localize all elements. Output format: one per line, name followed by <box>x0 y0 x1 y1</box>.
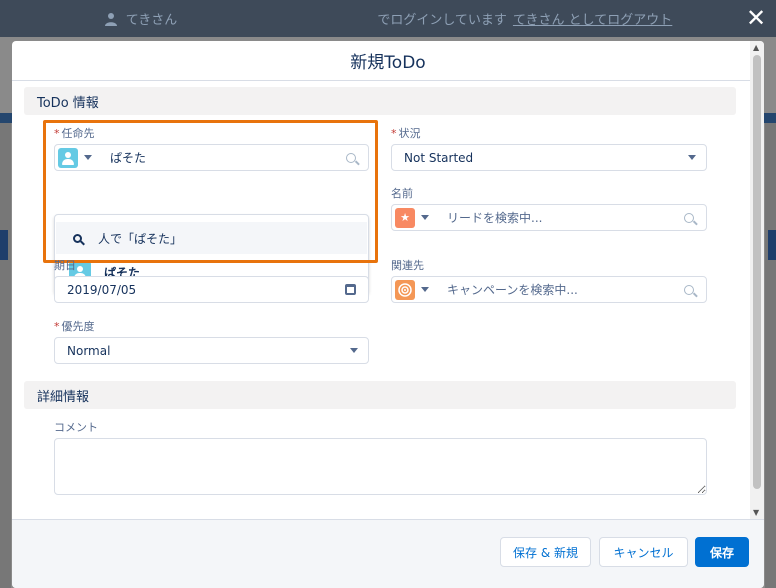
required-marker: * <box>54 320 60 333</box>
priority-select[interactable]: Normal <box>54 337 369 364</box>
close-icon[interactable]: ✕ <box>744 6 768 30</box>
scrollbar-thumb[interactable] <box>753 55 761 489</box>
related-to-label: 関連先 <box>391 259 424 272</box>
status-select[interactable]: Not Started <box>391 144 707 171</box>
modal-title: 新規ToDo <box>350 53 426 73</box>
assignee-label: * 任命先 <box>54 127 95 140</box>
modal-header: 新規ToDo <box>12 41 764 81</box>
search-icon <box>346 152 356 163</box>
required-marker: * <box>391 127 397 140</box>
background-right-column <box>765 123 776 588</box>
user-icon <box>58 147 78 168</box>
object-switcher-chevron-icon[interactable] <box>421 215 429 220</box>
campaign-target-icon <box>395 279 415 300</box>
banner-login-text: でログインしています <box>377 13 507 28</box>
comment-textarea[interactable] <box>54 438 707 495</box>
save-and-new-button[interactable]: 保存 & 新規 <box>500 537 591 567</box>
object-switcher-chevron-icon[interactable] <box>84 155 92 160</box>
banner-user-name: てきさん <box>125 13 178 28</box>
required-marker: * <box>54 127 60 140</box>
priority-label: * 優先度 <box>54 320 95 333</box>
search-icon <box>684 284 694 295</box>
logout-link[interactable]: てきさん としてログアウト <box>513 9 672 28</box>
section-detail-info[interactable]: 詳細情報 <box>24 381 736 409</box>
modal-body: ToDo 情報 * 任命先 ぱそた 人で「ぱそた」 ぱそた * 状況 Not S… <box>12 81 750 519</box>
save-button[interactable]: 保存 <box>695 537 749 567</box>
related-to-lookup-input[interactable]: キャンペーンを検索中... <box>391 276 707 303</box>
login-as-banner: てきさん でログインしています てきさん としてログアウト <box>0 0 776 37</box>
object-switcher-chevron-icon[interactable] <box>421 287 429 292</box>
name-label: 名前 <box>391 187 413 200</box>
section-todo-info-label: ToDo 情報 <box>37 95 99 111</box>
background-right-tab <box>768 230 776 260</box>
name-placeholder: リードを検索中... <box>447 211 543 225</box>
search-icon <box>684 212 694 223</box>
user-icon <box>104 12 117 26</box>
calendar-icon[interactable] <box>345 284 356 295</box>
name-lookup-input[interactable]: ★ リードを検索中... <box>391 204 707 231</box>
background-left-tab <box>0 230 8 260</box>
dropdown-search-text: 人で「ぱそた」 <box>98 231 183 246</box>
due-date-value: 2019/07/05 <box>67 282 137 297</box>
scroll-down-arrow-icon[interactable]: ▼ <box>753 508 759 517</box>
comment-label: コメント <box>54 421 98 434</box>
scroll-up-arrow-icon[interactable]: ▲ <box>753 43 759 52</box>
search-icon <box>73 233 82 243</box>
due-date-input[interactable]: 2019/07/05 <box>54 276 369 303</box>
due-date-label: 期日 <box>54 259 76 272</box>
chevron-down-icon <box>350 348 358 353</box>
assignee-lookup-input[interactable]: ぱそた <box>54 144 369 171</box>
status-value: Not Started <box>404 150 474 165</box>
status-label: * 状況 <box>391 127 421 140</box>
background-left-column <box>0 123 11 588</box>
modal-footer: 保存 & 新規 キャンセル 保存 <box>12 519 764 588</box>
assignee-value: ぱそた <box>110 151 147 165</box>
priority-value: Normal <box>67 343 111 358</box>
related-to-placeholder: キャンペーンを検索中... <box>447 283 578 297</box>
new-todo-modal: 新規ToDo ToDo 情報 * 任命先 ぱそた 人で「ぱそた」 ぱそた * 状… <box>12 41 764 588</box>
dropdown-search-people-option[interactable]: 人で「ぱそた」 <box>56 222 367 254</box>
section-todo-info[interactable]: ToDo 情報 <box>24 87 736 115</box>
modal-scrollbar[interactable]: ▲ ▼ <box>750 41 764 519</box>
chevron-down-icon <box>688 155 696 160</box>
cancel-button[interactable]: キャンセル <box>599 537 688 567</box>
section-detail-info-label: 詳細情報 <box>37 389 90 405</box>
lead-star-icon: ★ <box>395 207 415 228</box>
